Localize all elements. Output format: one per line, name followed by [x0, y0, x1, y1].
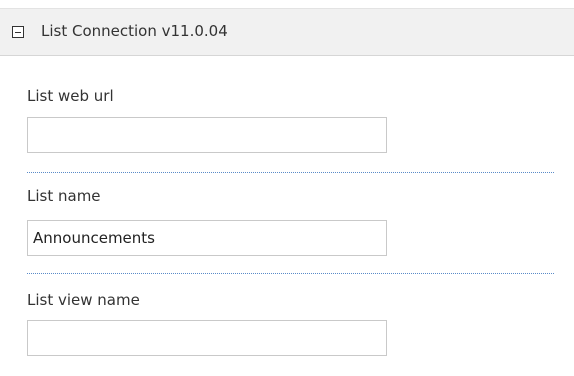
minus-icon	[15, 32, 21, 33]
list-view-name-label: List view name	[27, 291, 140, 309]
list-connection-panel: List Connection v11.0.04 List web url Li…	[0, 0, 574, 376]
list-name-label: List name	[27, 187, 101, 205]
panel-title: List Connection v11.0.04	[41, 22, 228, 40]
collapse-icon[interactable]	[12, 26, 24, 38]
list-web-url-input[interactable]	[27, 117, 387, 153]
list-view-name-input[interactable]	[27, 320, 387, 356]
field-divider	[27, 273, 554, 274]
field-divider	[27, 172, 554, 173]
panel-header: List Connection v11.0.04	[0, 8, 574, 56]
list-name-input[interactable]	[27, 220, 387, 256]
list-web-url-label: List web url	[27, 87, 114, 105]
